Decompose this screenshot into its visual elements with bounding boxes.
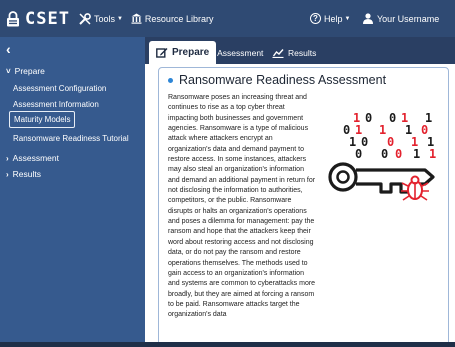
binary-digit: 0	[389, 111, 396, 125]
binary-digit: 0	[365, 111, 372, 125]
help-label: Help	[324, 13, 343, 24]
binary-digit: 1	[379, 123, 386, 137]
username-label: Your Username	[377, 13, 440, 24]
binary-digit: 1	[413, 147, 420, 161]
sidebar-item-maturity-models[interactable]: Maturity Models	[9, 111, 76, 128]
edit-icon	[156, 47, 168, 58]
tabs-bar: Prepare ? Assessment Results	[145, 37, 455, 64]
chart-icon	[272, 48, 284, 58]
ransomware-key-illustration: 1 0 0 1 1 0 1 1 1 0 1 0 0 1 1 0 0 0 1 1	[328, 111, 436, 201]
sidebar-section-label: Prepare	[14, 66, 45, 76]
institution-icon	[131, 13, 142, 24]
sidebar-section-label: Assessment	[12, 153, 59, 163]
main-content: Ransomware Readiness Assessment Ransomwa…	[145, 64, 455, 347]
card-body-text: Ransomware poses an increasing threat an…	[168, 94, 316, 319]
sidebar-item-ransomware-readiness-tutorial[interactable]: Ransomware Readiness Tutorial	[13, 134, 129, 143]
sidebar-section-assessment[interactable]: › Assessment	[6, 153, 59, 163]
ransomware-card: Ransomware Readiness Assessment Ransomwa…	[158, 67, 449, 347]
chevron-left-icon[interactable]: ‹	[6, 41, 11, 57]
resource-library-label: Resource Library	[144, 13, 214, 24]
tools-menu[interactable]: Tools ▼	[79, 12, 123, 25]
sidebar: ‹ ˅ Prepare Assessment Configuration Ass…	[0, 37, 145, 347]
binary-digit: 0	[395, 147, 402, 161]
app-logo-text: CSET	[25, 8, 70, 29]
home-logo[interactable]: CSET	[6, 9, 70, 29]
chevron-right-icon: ›	[6, 153, 9, 163]
resource-library-link[interactable]: Resource Library	[131, 13, 214, 24]
tools-label: Tools	[93, 13, 115, 24]
help-icon: ?	[310, 13, 321, 24]
tab-label: Assessment	[217, 47, 264, 58]
tab-label: Prepare	[172, 47, 210, 58]
caret-down-icon: ▼	[116, 15, 123, 22]
caret-down-icon: ▼	[344, 15, 351, 22]
tools-icon	[79, 12, 91, 25]
binary-digit: 1	[429, 147, 436, 161]
card-header: Ransomware Readiness Assessment	[159, 72, 386, 88]
bug-icon	[401, 175, 429, 201]
tab-assessment[interactable]: ? Assessment	[207, 41, 263, 64]
help-menu[interactable]: ? Help ▼	[310, 0, 350, 37]
user-menu[interactable]: Your Username	[363, 0, 439, 37]
card-title: Ransomware Readiness Assessment	[179, 73, 387, 87]
chevron-right-icon: ›	[6, 169, 9, 179]
sidebar-section-label: Results	[12, 169, 42, 179]
lock-icon	[7, 10, 19, 26]
sidebar-section-prepare[interactable]: ˅ Prepare	[6, 66, 45, 76]
sidebar-item-assessment-configuration[interactable]: Assessment Configuration	[13, 84, 106, 93]
bullet-icon	[168, 77, 173, 83]
chevron-down-icon: ˅	[6, 66, 11, 76]
top-navbar: CSET Tools ▼ Resource Library ? Help ▼ Y…	[0, 0, 455, 37]
question-icon: ?	[207, 47, 214, 58]
user-icon	[363, 13, 373, 24]
sidebar-section-results[interactable]: › Results	[6, 169, 41, 179]
sidebar-item-assessment-information[interactable]: Assessment Information	[13, 100, 99, 109]
bottom-strip	[0, 342, 455, 347]
binary-digit: 0	[355, 147, 362, 161]
tab-results[interactable]: Results	[272, 41, 316, 64]
tab-label: Results	[288, 47, 317, 58]
binary-digit: 0	[381, 147, 388, 161]
